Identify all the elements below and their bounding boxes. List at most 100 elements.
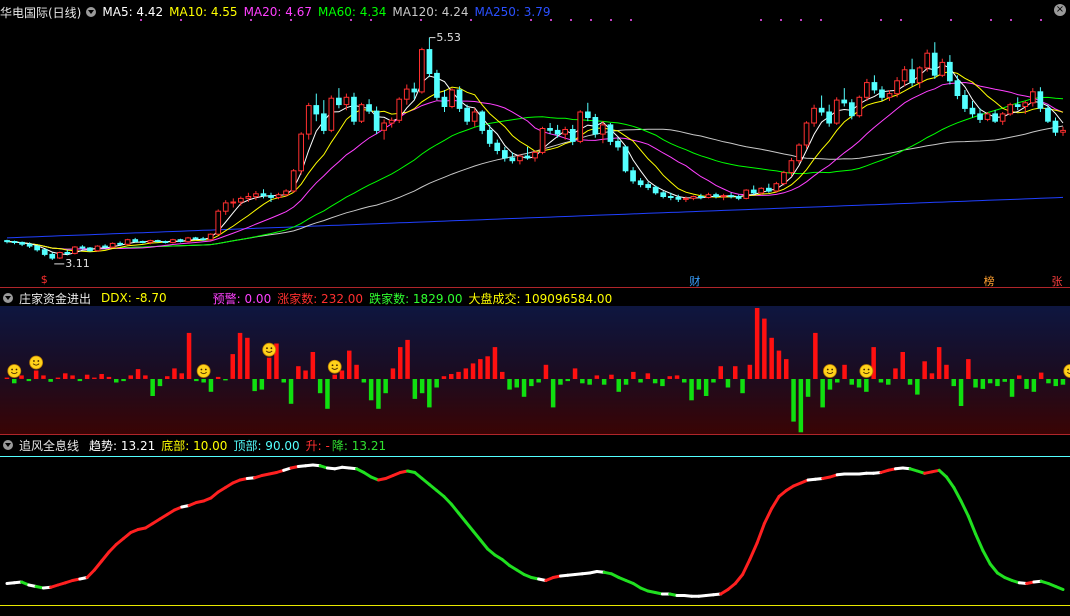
candle-body (373, 110, 380, 131)
candle (238, 196, 244, 206)
signal-dot (1040, 19, 1042, 21)
candle-body (871, 82, 878, 91)
smiley-eye (37, 360, 40, 362)
candle-body (735, 196, 742, 199)
trend-segment (733, 573, 745, 585)
trend-segment (107, 543, 118, 554)
candle (456, 86, 463, 112)
candle-body (879, 89, 885, 98)
signal-dot (530, 19, 532, 21)
candle-body (705, 194, 712, 198)
candle (336, 88, 342, 109)
candle-body (517, 155, 523, 162)
candle-body (683, 197, 689, 200)
candle (328, 95, 335, 133)
ddx-bar (106, 376, 112, 379)
candle-body (456, 89, 463, 109)
ddx-bar (966, 359, 971, 379)
ddx-bar (427, 379, 432, 408)
ddx-bar (55, 377, 61, 379)
candle-body (351, 96, 357, 122)
candle-body (471, 111, 478, 122)
ddx-bar (194, 379, 199, 382)
ddx-bar (114, 379, 119, 383)
candle (916, 66, 923, 89)
candle-body (403, 88, 410, 100)
ddx-bar (237, 332, 243, 379)
candle-body (758, 187, 765, 194)
candle (637, 178, 644, 188)
smiley-face (859, 364, 874, 378)
candle-body (720, 195, 727, 198)
ddx-bar (820, 379, 825, 408)
ddx-panel-bg (0, 306, 1070, 435)
candle-body (841, 99, 848, 104)
candle (886, 90, 893, 101)
ddx-bar (645, 373, 651, 379)
signal-dot (1010, 19, 1012, 21)
event-marker[interactable]: 张 (1051, 273, 1062, 289)
ddx-bar (1024, 379, 1029, 389)
candle (41, 248, 48, 257)
trend-segment (952, 486, 963, 503)
ddx-bar (565, 379, 570, 382)
candle (343, 93, 350, 111)
candle-body (698, 196, 704, 198)
candle (947, 55, 953, 85)
smiley-face (7, 364, 22, 378)
candle-body (690, 196, 697, 199)
signal-dot (350, 19, 352, 21)
ddx-bar (398, 347, 403, 379)
ddx-bar (1009, 379, 1015, 397)
candle (494, 139, 501, 155)
candle-body (155, 240, 161, 243)
trend-segment (981, 549, 992, 566)
event-marker[interactable]: $ (41, 273, 48, 286)
ddx-bar (390, 368, 396, 379)
candle-body (585, 111, 591, 118)
ddx-bar (550, 379, 556, 408)
ddx-bar (143, 375, 148, 379)
signal-dot (180, 19, 182, 21)
smiley-signal-icon (29, 355, 44, 370)
ddx-bar (638, 379, 643, 383)
ddx-bar (245, 337, 250, 379)
smiley-face (196, 364, 211, 378)
candle (879, 86, 885, 101)
candle-body (630, 170, 636, 182)
candle (856, 95, 863, 118)
smiley-signal-icon (859, 364, 874, 378)
candle-body (479, 111, 486, 131)
ddx-bar (368, 379, 374, 401)
candle (34, 245, 40, 252)
trend-segment (762, 507, 774, 525)
ddx-bar (1053, 379, 1058, 387)
candle-body (72, 246, 78, 254)
ddx-bar (521, 379, 527, 397)
ddx-bar (958, 379, 964, 406)
trend-segment (945, 475, 956, 489)
ddx-bar (754, 308, 760, 379)
candle (207, 233, 214, 241)
smiley-eye (831, 368, 834, 371)
candle (124, 238, 131, 246)
candle-body (849, 102, 855, 117)
candle-body (124, 239, 131, 245)
ddx-bar (929, 373, 935, 379)
ddx-bar (616, 379, 621, 392)
trend-segment (449, 502, 460, 515)
signal-dot (950, 19, 952, 21)
candle-body (19, 241, 25, 245)
candle-body (743, 189, 750, 199)
candle-body (328, 97, 335, 131)
event-marker[interactable]: 财 (689, 273, 700, 289)
candle (449, 88, 455, 109)
candle-body (305, 105, 312, 135)
signal-dot (420, 19, 422, 21)
candle (426, 37, 433, 78)
ddx-bar (266, 357, 272, 379)
candle-body (94, 245, 101, 252)
ddx-bar (19, 375, 24, 379)
event-marker[interactable]: 榜 (984, 273, 995, 289)
ddx-bar (835, 379, 840, 383)
